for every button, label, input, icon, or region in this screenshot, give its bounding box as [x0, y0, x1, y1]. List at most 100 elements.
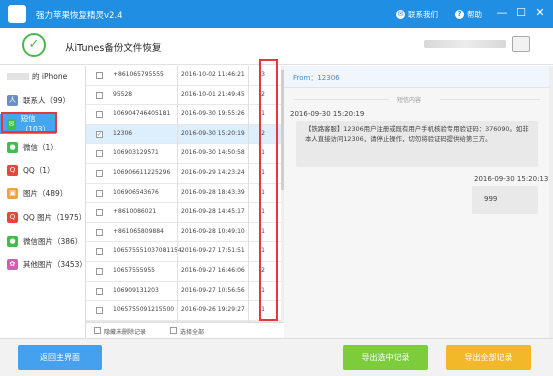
sidebar-item-label: 其他图片（3453） [22, 259, 87, 269]
from-label: From：12306 [284, 66, 549, 88]
sidebar-item-label: QQ 图片（1975） [22, 212, 87, 222]
table-row[interactable]: 106906543676 2016-09-28 18:43:39 1 [86, 184, 281, 204]
wechat-photos-icon: ● [7, 235, 18, 247]
table-row[interactable]: 95528 2016-10-01 21:49:45 2 [86, 86, 281, 106]
row-address: 106906611225296 [113, 169, 171, 176]
divider-line [440, 99, 540, 100]
row-address: +861065795555 [113, 71, 164, 78]
row-address: 106909131203 [113, 286, 159, 294]
help-button[interactable]: ? 帮助 [455, 9, 482, 20]
device-icon [512, 36, 530, 52]
row-date: 2016-10-02 11:46:21 [181, 71, 245, 78]
table-row[interactable]: 106904746405181 2016-09-30 19:55:26 1 [86, 105, 281, 125]
select-all-checkbox[interactable] [170, 327, 177, 334]
row-date: 2016-09-28 14:45:17 [181, 208, 245, 216]
row-checkbox[interactable] [96, 287, 103, 295]
sidebar-device: 的 iPhone [0, 66, 86, 86]
row-checkbox[interactable] [96, 228, 103, 236]
sidebar-item-contacts[interactable]: 人 联系人（99） [0, 90, 86, 110]
row-date: 2016-09-28 18:43:39 [181, 188, 245, 196]
row-address: 95528 [113, 90, 133, 98]
sidebar-item-label: 联系人（99） [23, 95, 71, 105]
sidebar-item-qq-photos[interactable]: Q QQ 图片（1975） [0, 207, 86, 227]
sidebar-item-wechat-photos[interactable]: ● 微信图片（386） [0, 231, 86, 251]
hide-deleted-checkbox[interactable] [94, 327, 101, 334]
row-date: 2016-09-28 10:49:10 [181, 227, 245, 235]
row-checkbox[interactable] [96, 268, 103, 275]
table-row[interactable]: 106575551037081154 2016-09-27 17:51:51 1 [86, 242, 281, 262]
row-checkbox[interactable] [96, 189, 103, 197]
export-all-button[interactable]: 导出全部记录 [446, 345, 531, 370]
device-name-blurred [424, 40, 506, 48]
row-checkbox[interactable] [96, 91, 103, 99]
row-checkbox[interactable] [96, 248, 103, 256]
row-checkbox[interactable] [96, 209, 103, 217]
row-date: 2016-09-27 10:56:56 [181, 286, 245, 294]
column-divider [177, 66, 178, 322]
maximize-button[interactable]: ☐ [515, 7, 527, 19]
row-checkbox[interactable] [96, 150, 103, 158]
app-logo-icon [8, 5, 26, 23]
sms-highlight-frame [1, 112, 57, 133]
row-address: +861065809884 [113, 227, 164, 235]
divider-line [294, 99, 389, 100]
row-date: 2016-09-30 19:55:26 [181, 110, 245, 118]
row-date: 2016-09-26 19:29:27 [181, 306, 245, 314]
row-checkbox[interactable] [96, 72, 103, 79]
sidebar-item-photos[interactable]: ▣ 图片（489） [0, 183, 86, 203]
export-selected-button[interactable]: 导出选中记录 [343, 345, 428, 370]
sidebar-item-label: 微信图片（386） [23, 236, 83, 246]
sidebar-item-qq[interactable]: Q QQ（1） [0, 160, 86, 180]
sidebar-item-label: 微信（1） [23, 142, 58, 152]
row-date: 2016-09-29 14:23:24 [181, 169, 245, 176]
help-icon: ? [455, 10, 464, 19]
page-title: 从iTunes备份文件恢复 [65, 43, 162, 54]
row-checkbox[interactable] [96, 170, 103, 177]
outgoing-message: 999 [472, 186, 538, 214]
row-address: 106904746405181 [113, 110, 171, 118]
device-name-blurred [7, 72, 29, 80]
row-address: +8610086021 [113, 208, 157, 216]
row-checkbox[interactable] [96, 307, 103, 315]
row-address: 10657555955 [113, 267, 155, 274]
message-list: +861065795555 2016-10-02 11:46:21 3 9552… [86, 66, 281, 322]
device-label: 的 iPhone [32, 71, 68, 81]
row-address: 106903129571 [113, 149, 159, 157]
photos-icon: ▣ [7, 187, 18, 199]
incoming-date: 2016-09-30 15:20:19 [290, 110, 365, 118]
row-date: 2016-10-01 21:49:45 [181, 90, 245, 98]
row-address: 106906543676 [113, 188, 159, 196]
conversation-scrollbar[interactable] [549, 66, 553, 338]
app-title: 强力苹果恢复精灵v2.4 [36, 11, 123, 21]
incoming-message: 【铁路客服】12306用户注册或既有用户手机核验专用验证码：376090。如非本… [296, 121, 538, 167]
table-row[interactable]: +861065795555 2016-10-02 11:46:21 3 [86, 66, 281, 86]
row-address: 1065755091215500 [113, 306, 175, 314]
sidebar-item-label: QQ（1） [23, 165, 55, 175]
row-checkbox[interactable] [96, 111, 103, 119]
list-footer: 隐藏未删除记录 选择全部 [86, 322, 284, 338]
row-address: 106575551037081154 [113, 247, 182, 255]
table-row[interactable]: ✓ 12306 2016-09-30 15:20:19 2 [86, 124, 281, 145]
sidebar-item-other-photos[interactable]: ✿ 其他图片（3453） [0, 254, 87, 274]
row-date: 2016-09-30 15:20:19 [181, 129, 245, 137]
table-row[interactable]: +861065809884 2016-09-28 10:49:10 1 [86, 223, 281, 243]
close-button[interactable]: ✕ [534, 7, 546, 19]
sidebar-item-wechat[interactable]: ● 微信（1） [0, 137, 86, 157]
row-checkbox[interactable]: ✓ [96, 130, 103, 138]
table-row[interactable]: 106909131203 2016-09-27 10:56:56 1 [86, 282, 281, 302]
qq-icon: Q [7, 164, 18, 176]
table-row[interactable]: 10657555955 2016-09-27 16:46:06 2 [86, 262, 281, 282]
contact-us-button[interactable]: ✉ 联系我们 [396, 9, 438, 20]
row-address: 12306 [113, 129, 133, 137]
sidebar: 的 iPhone 人 联系人（99） ✉ 短信（103） ● 微信（1） Q Q… [0, 66, 87, 338]
minimize-button[interactable]: — [496, 7, 508, 19]
contact-us-label: 联系我们 [408, 10, 438, 19]
qq-photos-icon: Q [7, 211, 18, 223]
table-row[interactable]: 106906611225296 2016-09-29 14:23:24 1 [86, 164, 281, 184]
table-row[interactable]: 1065755091215500 2016-09-26 19:29:27 1 [86, 301, 281, 321]
table-row[interactable]: 106903129571 2016-09-30 14:50:58 1 [86, 144, 281, 164]
table-row[interactable]: +8610086021 2016-09-28 14:45:17 1 [86, 203, 281, 223]
row-date: 2016-09-27 17:51:51 [181, 247, 245, 255]
back-to-main-button[interactable]: 返回主界面 [18, 345, 102, 370]
contacts-icon: 人 [7, 94, 18, 106]
